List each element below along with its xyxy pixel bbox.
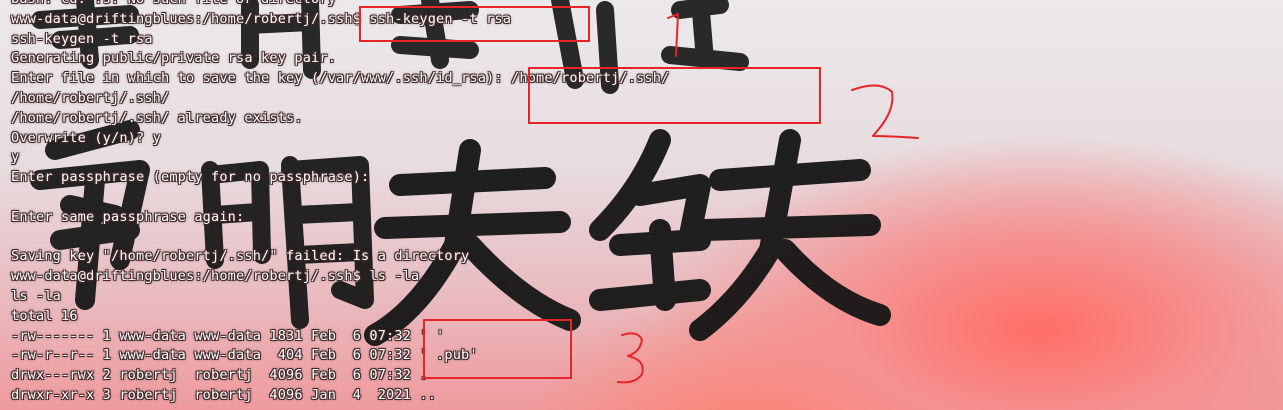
terminal-line: /home/robertj/.ssh/: [11, 89, 170, 106]
terminal-line: y: [11, 149, 20, 166]
terminal-output[interactable]: bash: cd: .s: No such file or directoryw…: [11, 0, 669, 406]
terminal-line: Enter file in which to save the key (/va…: [11, 70, 670, 87]
terminal-prompt-line: www-data@driftingblues:/home/robertj/.ss…: [11, 10, 512, 27]
file-listing-row: drwxr-xr-x 3 robertj robertj 4096 Jan 4 …: [11, 386, 437, 403]
file-listing-row: -rw------- 1 www-data www-data 1831 Feb …: [11, 327, 445, 344]
terminal-line: Enter same passphrase again:: [11, 208, 245, 225]
terminal-line: Enter passphrase (empty for no passphras…: [11, 169, 370, 186]
terminal-line: Overwrite (y/n)? y: [11, 129, 162, 146]
file-listing-row: -rw-r--r-- 1 www-data www-data 404 Feb 6…: [11, 347, 478, 364]
terminal-line: Saving key "/home/robertj/.ssh/" failed:…: [11, 248, 470, 265]
terminal-line: /home/robertj/.ssh/ already exists.: [11, 109, 303, 126]
terminal-line: bash: cd: .s: No such file or directory: [11, 0, 669, 10]
terminal-line: Generating public/private rsa key pair.: [11, 50, 337, 67]
terminal-line: total 16: [11, 307, 78, 324]
terminal-line: ssh-keygen -t rsa: [11, 30, 153, 47]
terminal-line: ls -la: [11, 287, 62, 304]
file-listing-row: drwx---rwx 2 robertj robertj 4096 Feb 6 …: [11, 367, 428, 384]
terminal-prompt-line: www-data@driftingblues:/home/robertj/.ss…: [11, 268, 420, 285]
